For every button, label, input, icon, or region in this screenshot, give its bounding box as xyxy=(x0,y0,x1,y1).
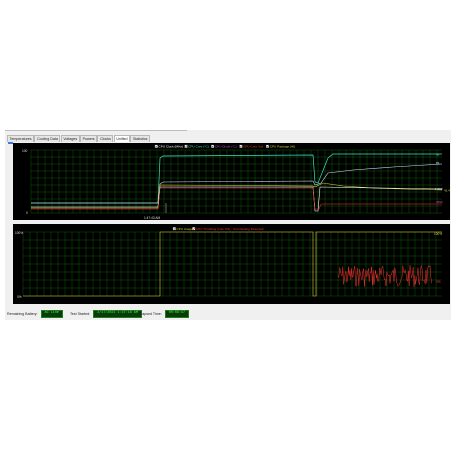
tab-temperatures[interactable]: Temperatures xyxy=(7,135,35,142)
legend-checkbox[interactable] xyxy=(184,144,188,148)
bottom-grid xyxy=(22,231,442,297)
usage-right-bottom-label: 0% xyxy=(436,280,441,284)
test-started-value: 2/17/2021 1:47:16 AM xyxy=(93,310,142,318)
tab-clocks[interactable]: Clocks xyxy=(97,135,114,142)
legend-label: CPU Usage xyxy=(177,227,194,231)
tab-statistics[interactable]: Statistics xyxy=(130,135,151,142)
bottom-legend: CPU Usage CPU Throttling (max 0%) - Overh… xyxy=(172,227,264,231)
usage-right-top-label: 100% xyxy=(434,232,442,236)
legend-checkbox[interactable] xyxy=(192,227,196,231)
usage-y-min-label: 0% xyxy=(17,295,22,299)
elapsed-time: Elapsed Time: 00:09:47 xyxy=(139,310,190,318)
legend-label: CPU Throttling (max 0%) - Overheating De… xyxy=(196,227,264,231)
remaining-battery-value: AC Line xyxy=(40,310,63,318)
y-max-label: 100 xyxy=(22,149,28,153)
x-time-label: 1:47:43 AM xyxy=(144,216,160,220)
series-value-label: 1.062 xyxy=(435,187,443,191)
tab-bar: Temperatures Cooling Data Voltages Power… xyxy=(7,135,151,142)
remaining-battery: Remaining Battery: AC Line xyxy=(7,310,63,318)
series-value-label: 98 xyxy=(436,153,440,157)
legend-checkbox[interactable] xyxy=(172,227,176,231)
tab-cooling-data[interactable]: Cooling Data xyxy=(34,135,61,142)
unified-chart: CPU Clock (MHz) CPU Core (°C) CPU Diode (°… xyxy=(13,143,450,220)
legend-label: CPU Diode (°C) xyxy=(215,145,237,149)
legend-label: CPU Core (°C) xyxy=(188,145,209,149)
legend-label: CPU Package (W) xyxy=(270,145,295,149)
y-min-label: 0 xyxy=(26,211,28,215)
series-value-label: 3890 xyxy=(436,200,443,204)
tab-voltages[interactable]: Voltages xyxy=(60,135,80,142)
series-value-label: 41.4 xyxy=(444,189,450,193)
legend-label: CPU Clock (MHz) xyxy=(159,145,183,149)
top-legend: CPU Clock (MHz) CPU Core (°C) CPU Diode (°… xyxy=(154,144,295,149)
legend-checkbox[interactable] xyxy=(266,144,269,148)
test-started-label: Test Started: xyxy=(70,312,91,316)
cpu-core-line xyxy=(31,153,442,204)
tab-unified[interactable]: Unified xyxy=(113,135,131,142)
legend-checkbox[interactable] xyxy=(154,144,158,148)
legend-checkbox[interactable] xyxy=(211,144,215,148)
remaining-battery-label: Remaining Battery: xyxy=(7,312,38,316)
usage-chart: CPU Usage CPU Throttling (max 0%) - Overh… xyxy=(13,224,450,304)
legend-label: CPU Core Volt xyxy=(243,145,263,149)
elapsed-time-value: 00:09:47 xyxy=(164,310,190,318)
series-value-label: 89 xyxy=(436,161,440,165)
tab-powers[interactable]: Powers xyxy=(80,135,98,142)
elapsed-time-label: Elapsed Time: xyxy=(139,312,162,316)
legend-checkbox[interactable] xyxy=(239,144,243,148)
usage-y-max-label: 100% xyxy=(15,231,23,235)
test-started: Test Started: 2/17/2021 1:47:16 AM xyxy=(70,310,142,318)
cpu-diode-line xyxy=(31,163,443,204)
divider xyxy=(5,130,187,131)
